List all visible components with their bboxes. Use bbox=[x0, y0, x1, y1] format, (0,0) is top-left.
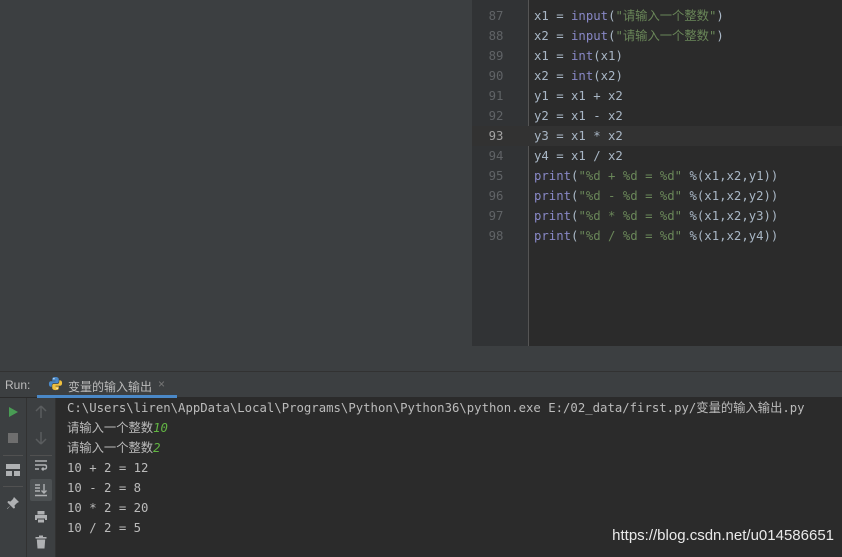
console-user-input: 2 bbox=[153, 441, 161, 455]
soft-wrap-icon bbox=[35, 460, 48, 471]
clear-button[interactable] bbox=[30, 531, 52, 553]
console-output-line: 10 * 2 = 20 bbox=[67, 501, 149, 515]
line-number: 95 bbox=[488, 169, 504, 183]
layout-icon bbox=[6, 464, 20, 476]
code-line[interactable]: 88 x2 = input("请输入一个整数") bbox=[472, 26, 842, 46]
down-arrow-icon bbox=[35, 432, 47, 445]
console-user-input: 10 bbox=[153, 421, 168, 435]
console-prompt-line: 请输入一个整数10 bbox=[67, 418, 168, 438]
code-text: print("%d * %d = %d" %(x1,x2,y3)) bbox=[534, 209, 779, 223]
pin-icon bbox=[7, 497, 19, 509]
console-output-line: 10 / 2 = 5 bbox=[67, 521, 142, 535]
layout-button[interactable] bbox=[2, 459, 24, 481]
line-number: 88 bbox=[488, 29, 504, 43]
line-number: 93 bbox=[488, 129, 504, 143]
code-line[interactable]: 95 print("%d + %d = %d" %(x1,x2,y1)) bbox=[472, 166, 842, 186]
up-arrow-icon bbox=[35, 405, 47, 418]
scroll-to-end-icon bbox=[35, 484, 47, 497]
line-number: 94 bbox=[488, 149, 504, 163]
code-line[interactable]: 87 x1 = input("请输入一个整数") bbox=[472, 6, 842, 26]
code-text: x2 = int(x2) bbox=[534, 69, 623, 83]
code-line[interactable]: 89 x1 = int(x1) bbox=[472, 46, 842, 66]
line-number: 92 bbox=[488, 109, 504, 123]
print-icon bbox=[35, 511, 47, 524]
code-line[interactable]: 91 y1 = x1 + x2 bbox=[472, 86, 842, 106]
code-line[interactable]: 97 print("%d * %d = %d" %(x1,x2,y3)) bbox=[472, 206, 842, 226]
toolbar-separator bbox=[3, 455, 23, 456]
rerun-up-button[interactable] bbox=[30, 401, 52, 423]
run-tab[interactable]: 变量的输入输出 × bbox=[37, 372, 177, 398]
code-line[interactable]: 92 y2 = x1 - x2 bbox=[472, 106, 842, 126]
console-prompt: 请输入一个整数 bbox=[67, 421, 154, 435]
console-prompt: 请输入一个整数 bbox=[67, 441, 154, 455]
run-tab-label: 变量的输入输出 bbox=[68, 380, 153, 394]
stop-button[interactable] bbox=[2, 427, 24, 449]
print-button[interactable] bbox=[30, 506, 52, 528]
code-line[interactable]: 94 y4 = x1 / x2 bbox=[472, 146, 842, 166]
run-icon bbox=[9, 407, 18, 417]
code-line[interactable]: 98 print("%d / %d = %d" %(x1,x2,y4)) bbox=[472, 226, 842, 246]
code-text: y3 = x1 * x2 bbox=[534, 129, 623, 143]
run-toolbar-primary bbox=[0, 398, 27, 557]
code-editor[interactable]: 87 x1 = input("请输入一个整数") 88 x2 = input("请输入… bbox=[472, 0, 842, 346]
run-toolbar-secondary bbox=[27, 398, 56, 557]
toolbar-separator bbox=[3, 486, 23, 487]
run-button[interactable] bbox=[2, 401, 24, 423]
line-number: 87 bbox=[488, 9, 504, 23]
stop-icon bbox=[8, 433, 18, 443]
line-number: 90 bbox=[488, 69, 504, 83]
pin-button[interactable] bbox=[2, 492, 24, 514]
code-text: y2 = x1 - x2 bbox=[534, 109, 623, 123]
console-prompt-line: 请输入一个整数2 bbox=[67, 438, 161, 458]
code-text: y1 = x1 + x2 bbox=[534, 89, 623, 103]
line-number: 91 bbox=[488, 89, 504, 103]
close-icon[interactable]: × bbox=[158, 377, 165, 391]
line-number: 97 bbox=[488, 209, 504, 223]
code-line[interactable]: 93 y3 = x1 * x2 bbox=[472, 126, 842, 146]
down-button[interactable] bbox=[30, 427, 52, 449]
line-number: 89 bbox=[488, 49, 504, 63]
watermark: https://blog.csdn.net/u014586651 bbox=[612, 527, 834, 544]
code-text: x1 = input("请输入一个整数") bbox=[534, 9, 724, 23]
code-text: x1 = int(x1) bbox=[534, 49, 623, 63]
console-output-line: 10 + 2 = 12 bbox=[67, 461, 149, 475]
console-output-line: 10 - 2 = 8 bbox=[67, 481, 142, 495]
python-icon bbox=[48, 376, 63, 391]
code-text: print("%d / %d = %d" %(x1,x2,y4)) bbox=[534, 229, 779, 243]
soft-wrap-button[interactable] bbox=[30, 454, 52, 476]
code-text: print("%d - %d = %d" %(x1,x2,y2)) bbox=[534, 189, 779, 203]
trash-icon bbox=[35, 535, 47, 549]
project-pane bbox=[0, 0, 472, 371]
code-text: print("%d + %d = %d" %(x1,x2,y1)) bbox=[534, 169, 779, 183]
run-label: Run: bbox=[5, 378, 31, 392]
code-text: x2 = input("请输入一个整数") bbox=[534, 29, 724, 43]
code-line[interactable]: 90 x2 = int(x2) bbox=[472, 66, 842, 86]
line-number: 98 bbox=[488, 229, 504, 243]
code-line[interactable]: 96 print("%d - %d = %d" %(x1,x2,y2)) bbox=[472, 186, 842, 206]
run-panel-header: Run: 变量的输入输出 × bbox=[0, 371, 842, 398]
console-command-line: C:\Users\liren\AppData\Local\Programs\Py… bbox=[67, 401, 805, 415]
scroll-to-end-button[interactable] bbox=[30, 479, 52, 501]
line-number: 96 bbox=[488, 189, 504, 203]
code-text: y4 = x1 / x2 bbox=[534, 149, 623, 163]
editor-bottom-bar bbox=[472, 346, 842, 371]
